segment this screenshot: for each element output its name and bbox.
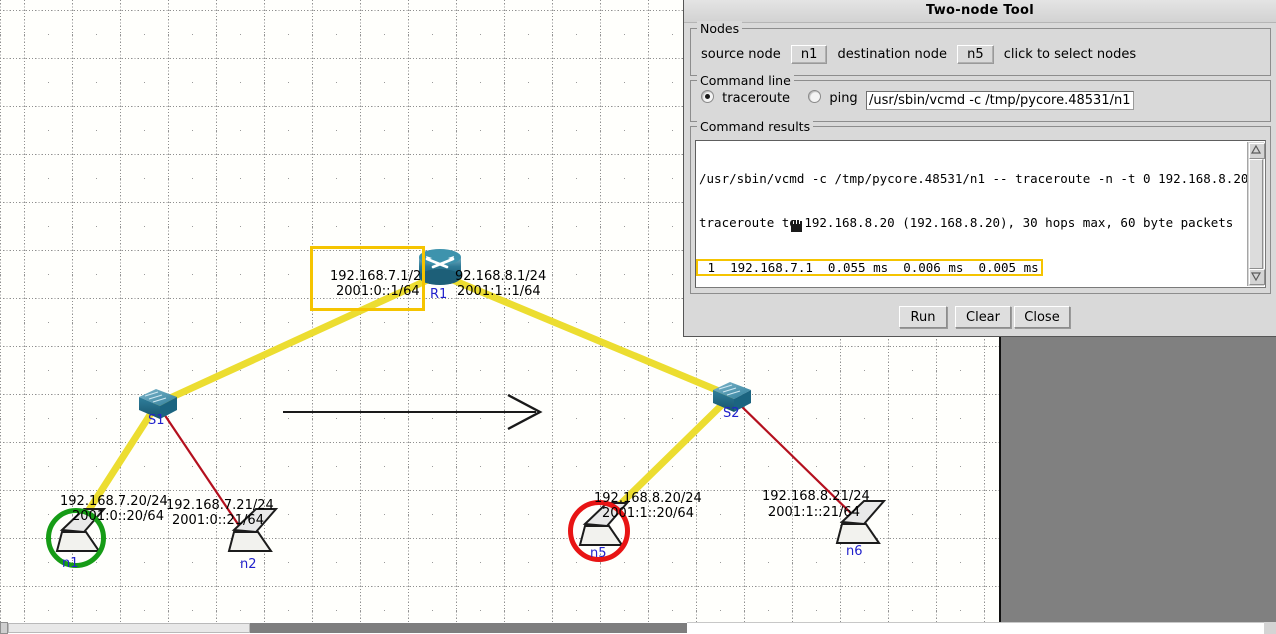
link-normal-group [159,399,861,546]
router-left-ipv4-label: 192.168.7.1/2 [330,269,422,284]
ping-radio-label: ping [829,91,858,106]
host-n1-ipv6-label: 2001:0::20/64 [72,509,164,524]
router-left-ipv6-label: 2001:0::1/64 [336,284,420,299]
mouse-cursor-icon [791,220,804,234]
command-line-group-legend: Command line [697,73,794,88]
host-n2-name[interactable]: n2 [240,557,257,572]
source-node-label: source node [701,47,781,62]
traceroute-radio[interactable]: traceroute [701,90,794,106]
nodes-groupbox: Nodes source node n1 destination node n5… [690,21,1271,76]
router-right-ipv4-label: 92.168.8.1/24 [455,269,547,284]
results-vertical-scrollbar[interactable] [1247,142,1265,286]
ping-radio-indicator[interactable] [808,90,822,103]
result-hop1-highlighted: 1 192.168.7.1 0.055 ms 0.006 ms 0.005 ms [696,259,1043,276]
destination-node-label: destination node [837,47,947,62]
host-n6-ipv4-label: 192.168.8.21/24 [762,489,870,504]
results-scrollbar-thumb[interactable] [1249,159,1263,269]
command-results-groupbox: Command results /usr/sbin/vcmd -c /tmp/p… [690,119,1271,294]
hscrollbar-track-filled[interactable] [250,623,687,633]
canvas-horizontal-scrollbar[interactable] [0,622,1276,634]
host-n5-ipv6-label: 2001:1::20/64 [602,506,694,521]
host-n1-name[interactable]: n1 [62,556,79,571]
dialog-title: Two-node Tool [684,0,1276,23]
router-r1-name[interactable]: R1 [430,287,447,302]
command-results-group-legend: Command results [697,119,814,134]
scroll-down-arrow-icon[interactable] [1249,269,1265,285]
host-n6-name[interactable]: n6 [846,544,863,559]
host-n5-ipv4-label: 192.168.8.20/24 [594,491,702,506]
run-button[interactable]: Run [899,306,947,328]
select-nodes-hint: click to select nodes [1003,47,1137,62]
destination-node-value[interactable]: n5 [957,45,994,64]
clear-button[interactable]: Clear [955,306,1011,328]
two-node-tool-dialog: Two-node Tool Nodes source node n1 desti… [683,0,1276,337]
result-line-1: traceroute to 192.168.8.20 (192.168.8.20… [699,214,1234,230]
scroll-left-arrow-icon[interactable] [0,622,8,634]
router-right-ipv6-label: 2001:1::1/64 [457,284,541,299]
host-n5-name[interactable]: n5 [590,546,607,561]
source-node-value[interactable]: n1 [790,45,828,64]
switch-s2-name[interactable]: S2 [723,406,740,421]
command-line-groupbox: Command line traceroute ping /usr/sbin/v… [690,73,1271,122]
traceroute-radio-label: traceroute [722,91,791,106]
ping-radio[interactable]: ping [808,90,858,106]
hscrollbar-thumb[interactable] [8,623,250,633]
command-line-input[interactable]: /usr/sbin/vcmd -c /tmp/pycore.48531/n1 -… [866,91,1134,110]
switch-s1-name[interactable]: S1 [148,413,165,428]
scroll-up-arrow-icon[interactable] [1249,143,1265,159]
host-n1-ipv4-label: 192.168.7.20/24 [60,494,168,509]
nodes-group-legend: Nodes [697,21,743,36]
command-results-textarea[interactable]: /usr/sbin/vcmd -c /tmp/pycore.48531/n1 -… [695,140,1266,288]
annotation-arrow [283,393,543,431]
host-n2-ipv6-label: 2001:0::21/64 [172,513,264,528]
scrollbar-corner [1264,622,1276,634]
result-line-0: /usr/sbin/vcmd -c /tmp/pycore.48531/n1 -… [699,171,1249,186]
command-results-content: /usr/sbin/vcmd -c /tmp/pycore.48531/n1 -… [696,143,1249,287]
host-n6-ipv6-label: 2001:1::21/64 [768,505,860,520]
close-button[interactable]: Close [1014,306,1070,328]
hscrollbar-track[interactable] [687,622,1276,634]
host-n2-ipv4-label: 192.168.7.21/24 [166,498,274,513]
traceroute-radio-indicator[interactable] [701,90,714,103]
